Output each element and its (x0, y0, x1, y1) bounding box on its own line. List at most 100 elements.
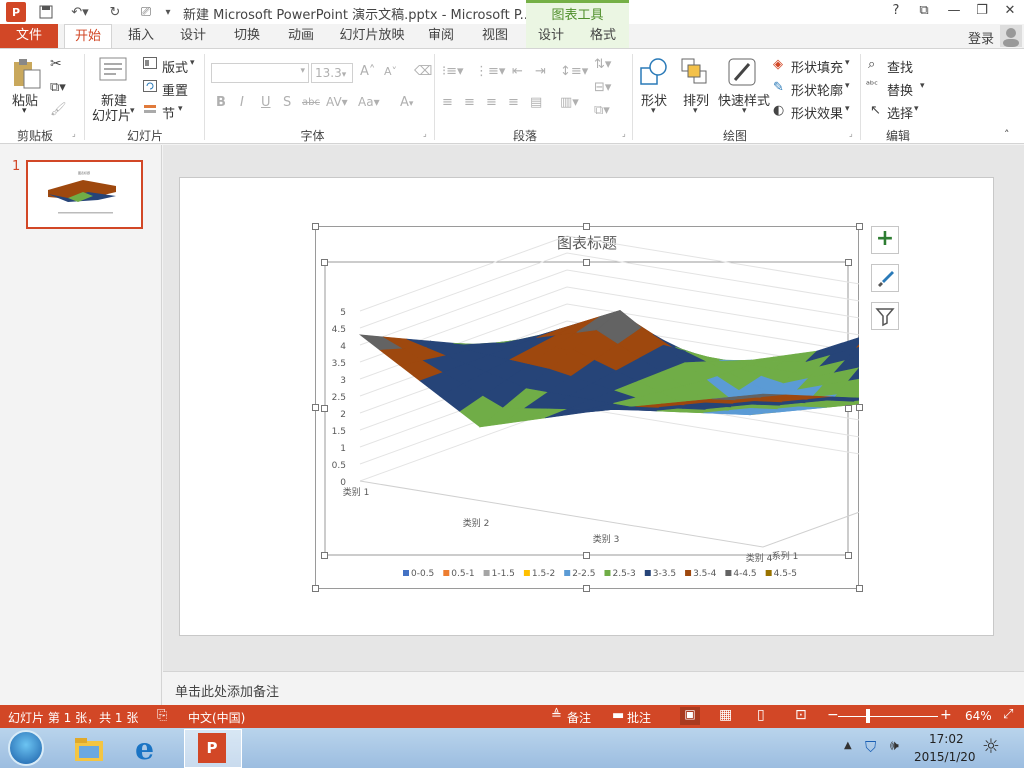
paste-icon[interactable] (10, 56, 42, 93)
align-center-icon[interactable]: ≡ (464, 95, 475, 110)
undo-icon[interactable]: ↶▾ (66, 3, 94, 21)
replace-button[interactable]: 替换 (887, 80, 913, 99)
shape-fill-dropdown-icon[interactable]: ▾ (845, 58, 850, 68)
plot-area-handle[interactable] (321, 405, 328, 412)
clear-formatting-icon[interactable]: ⌫ (414, 64, 432, 79)
collapse-ribbon-icon[interactable]: ˄ (1004, 128, 1010, 141)
chart-filters-button[interactable] (871, 302, 899, 330)
normal-view-icon[interactable]: ▣ (680, 707, 700, 725)
start-button-icon[interactable] (8, 730, 44, 766)
comments-button[interactable]: 批注 (627, 709, 651, 726)
shape-effects-dropdown-icon[interactable]: ▾ (845, 104, 850, 114)
zoom-out-icon[interactable]: − (827, 707, 839, 723)
slide-thumbnail[interactable]: 图表标题 (26, 160, 143, 229)
underline-button[interactable]: U (261, 95, 271, 110)
plot-area-handle[interactable] (845, 405, 852, 412)
copy-icon[interactable]: ⧉▾ (50, 80, 66, 95)
new-slide-label-2[interactable]: 幻灯片 (92, 105, 131, 124)
columns-icon[interactable]: ▥▾ (560, 95, 579, 110)
legend-label[interactable]: 2.5-3 (612, 569, 635, 579)
resize-handle[interactable] (312, 404, 319, 411)
strikethrough-button[interactable]: abc (302, 97, 320, 108)
legend-label[interactable]: 4-4.5 (733, 569, 756, 579)
section-icon[interactable] (143, 103, 157, 118)
tab-review[interactable]: 审阅 (418, 24, 464, 48)
surface-chart[interactable]: 图表标题 00.511.522.533.544.55类别 1类别 2类别 3类别… (315, 226, 859, 589)
cut-icon[interactable]: ✂ (50, 56, 62, 72)
shrink-font-icon[interactable]: A˅ (384, 65, 397, 78)
convert-smartart-icon[interactable]: ⧉▾ (594, 103, 610, 118)
plot-area-handle[interactable] (321, 259, 328, 266)
align-right-icon[interactable]: ≡ (486, 95, 497, 110)
resize-handle[interactable] (583, 585, 590, 592)
text-direction-icon[interactable]: ⇅▾ (594, 57, 611, 72)
legend-label[interactable]: 1.5-2 (532, 569, 555, 579)
language-status[interactable]: 中文(中国) (188, 709, 245, 726)
layout-dropdown-icon[interactable]: ▾ (190, 58, 195, 68)
zoom-slider-track[interactable] (838, 716, 938, 717)
font-launcher-icon[interactable]: ⌟ (423, 129, 427, 138)
shape-fill-icon[interactable]: ◈ (773, 57, 783, 72)
grow-font-icon[interactable]: A˄ (360, 64, 375, 79)
section-button[interactable]: 节 (162, 103, 175, 122)
chart-elements-button[interactable]: + (871, 226, 899, 254)
tab-home[interactable]: 开始 (64, 24, 112, 48)
quick-styles-dropdown-icon[interactable]: ▾ (742, 106, 747, 116)
slideshow-view-icon[interactable]: ⊡ (795, 707, 807, 723)
notes-toggle-icon[interactable]: ≜ (551, 708, 562, 723)
font-size-combo[interactable]: 13.3▾ (311, 63, 353, 83)
distributed-icon[interactable]: ▤ (530, 95, 542, 110)
resize-handle[interactable] (856, 404, 863, 411)
layout-button[interactable]: 版式 (162, 57, 188, 76)
notes-toggle-button[interactable]: 备注 (567, 709, 591, 726)
shapes-dropdown-icon[interactable]: ▾ (651, 106, 656, 116)
powerpoint-taskbar-icon[interactable]: P (198, 733, 226, 763)
shadow-button[interactable]: S (283, 95, 291, 110)
close-icon[interactable]: ✕ (998, 3, 1022, 21)
present-from-start-icon[interactable]: ⎚ (134, 3, 158, 21)
shape-fill-button[interactable]: 形状填充 (791, 57, 843, 76)
increase-indent-icon[interactable]: ⇥ (535, 64, 546, 79)
section-dropdown-icon[interactable]: ▾ (178, 104, 183, 114)
tab-chart-design[interactable]: 设计 (528, 24, 574, 48)
file-explorer-icon[interactable] (73, 733, 105, 766)
tab-animations[interactable]: 动画 (278, 24, 324, 48)
ribbon-display-icon[interactable]: ⧉ (912, 3, 936, 21)
shield-icon[interactable]: ⛉ (865, 738, 876, 756)
signin-link[interactable]: 登录 (968, 28, 994, 47)
find-icon[interactable]: ⌕ (868, 57, 875, 72)
tab-view[interactable]: 视图 (472, 24, 518, 48)
plot-area-handle[interactable] (583, 552, 590, 559)
shape-effects-button[interactable]: 形状效果 (791, 103, 843, 122)
resize-handle[interactable] (856, 585, 863, 592)
user-avatar[interactable] (1000, 25, 1022, 47)
resize-handle[interactable] (312, 585, 319, 592)
char-spacing-button[interactable]: AV▾ (326, 95, 348, 109)
line-spacing-icon[interactable]: ↕≡▾ (560, 64, 588, 79)
internet-explorer-icon[interactable]: e (135, 732, 154, 767)
resize-handle[interactable] (583, 223, 590, 230)
bullets-icon[interactable]: ⁝≡▾ (442, 64, 464, 79)
show-desktop-icon[interactable]: ☼ (982, 734, 1000, 758)
resize-handle[interactable] (312, 223, 319, 230)
legend-label[interactable]: 3-3.5 (653, 569, 676, 579)
tab-transitions[interactable]: 切换 (224, 24, 270, 48)
reset-button[interactable]: 重置 (162, 80, 188, 99)
legend-label[interactable]: 0.5-1 (451, 569, 474, 579)
shape-outline-icon[interactable]: ✎ (773, 80, 784, 95)
resize-handle[interactable] (856, 223, 863, 230)
select-icon[interactable]: ↖ (870, 103, 881, 118)
shape-outline-dropdown-icon[interactable]: ▾ (845, 81, 850, 91)
legend-label[interactable]: 3.5-4 (693, 569, 717, 579)
slide-sorter-icon[interactable]: ▦ (719, 707, 732, 723)
select-button[interactable]: 选择 (887, 103, 913, 122)
align-left-icon[interactable]: ≡ (442, 95, 453, 110)
tab-chart-format[interactable]: 格式 (580, 24, 626, 48)
arrange-icon[interactable] (680, 56, 710, 91)
decrease-indent-icon[interactable]: ⇤ (512, 64, 523, 79)
quick-styles-icon[interactable] (727, 56, 759, 91)
replace-dropdown-icon[interactable]: ▾ (920, 81, 925, 91)
select-dropdown-icon[interactable]: ▾ (914, 104, 919, 114)
fit-to-window-icon[interactable]: ⤢ (1003, 707, 1013, 722)
legend-label[interactable]: 4.5-5 (774, 569, 797, 579)
